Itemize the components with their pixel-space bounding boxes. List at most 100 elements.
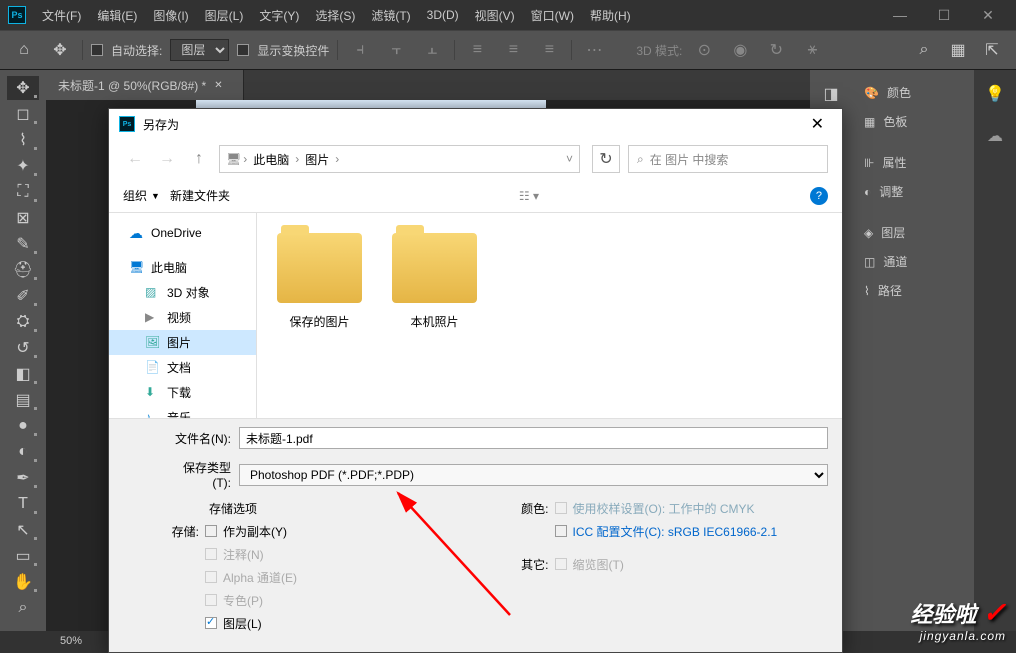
refresh-button[interactable]: ↻ [592,145,620,173]
learn-icon[interactable]: 💡 [979,78,1011,110]
lasso-tool[interactable]: ⌇ [7,128,39,152]
annotations-checkbox [205,548,217,560]
zoom-tool[interactable]: ⌕ [7,596,39,620]
panel-layers[interactable]: ◈图层 [856,218,970,247]
hand-tool[interactable]: ✋ [7,570,39,594]
magic-wand-tool[interactable]: ✦ [7,154,39,178]
computer-icon: 🖥 [226,152,241,166]
shape-tool[interactable]: ▭ [7,544,39,568]
save-as-dialog: Ps 另存为 ✕ ← → ↑ 🖥 › 此电脑 › 图片 › ˅ ↻ ⌕ 在 图片… [108,108,843,653]
distribute-icon: ≡ [535,36,563,64]
layer-select[interactable]: 图层 [170,39,229,61]
nav-back-button[interactable]: ← [123,147,147,171]
blur-tool[interactable]: ● [7,414,39,438]
document-tab[interactable]: 未标题-1 @ 50%(RGB/8#) * ✕ [46,70,244,100]
search-icon[interactable]: ⌕ [910,36,938,64]
icc-checkbox[interactable] [555,525,567,537]
brush-tool[interactable]: ✐ [7,284,39,308]
as-copy-checkbox[interactable] [205,525,217,537]
panel-paths[interactable]: ⌇路径 [856,276,970,305]
panel-channels[interactable]: ◫通道 [856,247,970,276]
auto-select-checkbox[interactable] [91,44,103,56]
palette-icon: 🎨 [864,86,879,100]
move-tool-icon[interactable]: ✥ [46,36,74,64]
menu-3d[interactable]: 3D(D) [419,8,467,22]
3d-icon: ↻ [762,36,790,64]
maximize-button[interactable]: ☐ [924,5,964,25]
crop-tool[interactable]: ⛶ [7,180,39,204]
panel-adjustments[interactable]: ◐调整 [856,177,970,206]
clone-stamp-tool[interactable]: ⛭ [7,310,39,334]
filetype-select[interactable]: Photoshop PDF (*.PDF;*.PDP) [239,464,828,486]
minimize-button[interactable]: — [880,5,920,25]
breadcrumb-root[interactable]: 此电脑 [249,151,293,168]
menu-file[interactable]: 文件(F) [34,7,89,24]
nav-music[interactable]: ♪音乐 [109,405,256,418]
marquee-tool[interactable]: ◻ [7,102,39,126]
breadcrumb[interactable]: 🖥 › 此电脑 › 图片 › ˅ [219,145,580,173]
save-options-header: 存储选项 [209,500,257,517]
align-icon: ⫞ [346,36,374,64]
new-folder-button[interactable]: 新建文件夹 [170,187,230,204]
home-icon[interactable]: ⌂ [10,36,38,64]
chevron-down-icon[interactable]: ˅ [566,152,573,166]
menu-layer[interactable]: 图层(L) [197,7,252,24]
menu-select[interactable]: 选择(S) [307,7,363,24]
filename-label: 文件名(N): [169,430,231,447]
menu-window[interactable]: 窗口(W) [523,7,582,24]
nav-pictures[interactable]: 🖼图片 [109,330,256,355]
menu-help[interactable]: 帮助(H) [582,7,639,24]
libraries-icon[interactable]: ☁ [979,120,1011,152]
folder-saved-pictures[interactable]: 保存的图片 [277,233,362,330]
type-tool[interactable]: T [7,492,39,516]
history-brush-tool[interactable]: ↺ [7,336,39,360]
breadcrumb-folder[interactable]: 图片 [301,151,333,168]
grid-icon: ▦ [864,115,875,129]
nav-forward-button[interactable]: → [155,147,179,171]
nav-3d-objects[interactable]: ▨3D 对象 [109,280,256,305]
frame-tool[interactable]: ⊠ [7,206,39,230]
move-tool[interactable]: ✥ [7,76,39,100]
path-tool[interactable]: ↖ [7,518,39,542]
menu-image[interactable]: 图像(I) [145,7,196,24]
view-button[interactable]: ☷ ▾ [519,189,539,203]
menu-edit[interactable]: 编辑(E) [89,7,145,24]
thumbnail-checkbox [555,558,567,570]
organize-button[interactable]: 组织 ▼ [123,187,160,204]
dodge-tool[interactable]: ◐ [7,440,39,464]
layers-checkbox[interactable] [205,617,217,629]
panel-swatches[interactable]: ▦色板 [856,107,970,136]
workspace-icon[interactable]: ▦ [944,36,972,64]
layers-icon: ◈ [864,226,873,240]
share-icon[interactable]: ⇱ [978,36,1006,64]
show-transform-checkbox[interactable] [237,44,249,56]
healing-brush-tool[interactable]: ⛑ [7,258,39,282]
nav-computer[interactable]: 🖥此电脑 [109,255,256,280]
menu-type[interactable]: 文字(Y) [251,7,307,24]
nav-onedrive[interactable]: ☁OneDrive [109,221,256,245]
close-button[interactable]: ✕ [968,5,1008,25]
panel-color[interactable]: 🎨颜色 [856,78,970,107]
search-input[interactable]: ⌕ 在 图片 中搜索 [628,145,828,173]
filename-input[interactable] [239,427,828,449]
tab-close-icon[interactable]: ✕ [214,80,222,91]
eyedropper-tool[interactable]: ✎ [7,232,39,256]
nav-up-button[interactable]: ↑ [187,147,211,171]
nav-documents[interactable]: 📄文档 [109,355,256,380]
nav-downloads[interactable]: ⬇下载 [109,380,256,405]
menu-filter[interactable]: 滤镜(T) [363,7,418,24]
overflow-icon[interactable]: ⋯ [580,36,608,64]
pen-tool[interactable]: ✒ [7,466,39,490]
dialog-close-button[interactable]: ✕ [803,114,832,134]
history-icon[interactable]: ◨ [815,78,847,110]
folder-camera-roll[interactable]: 本机照片 [392,233,477,330]
gradient-tool[interactable]: ▤ [7,388,39,412]
panel-properties[interactable]: ⊪属性 [856,148,970,177]
proof-checkbox [555,502,567,514]
eraser-tool[interactable]: ◧ [7,362,39,386]
nav-videos[interactable]: ▶视频 [109,305,256,330]
menu-view[interactable]: 视图(V) [467,7,523,24]
align-icon: ⫟ [382,36,410,64]
download-icon: ⬇ [145,385,161,401]
help-button[interactable]: ? [810,187,828,205]
